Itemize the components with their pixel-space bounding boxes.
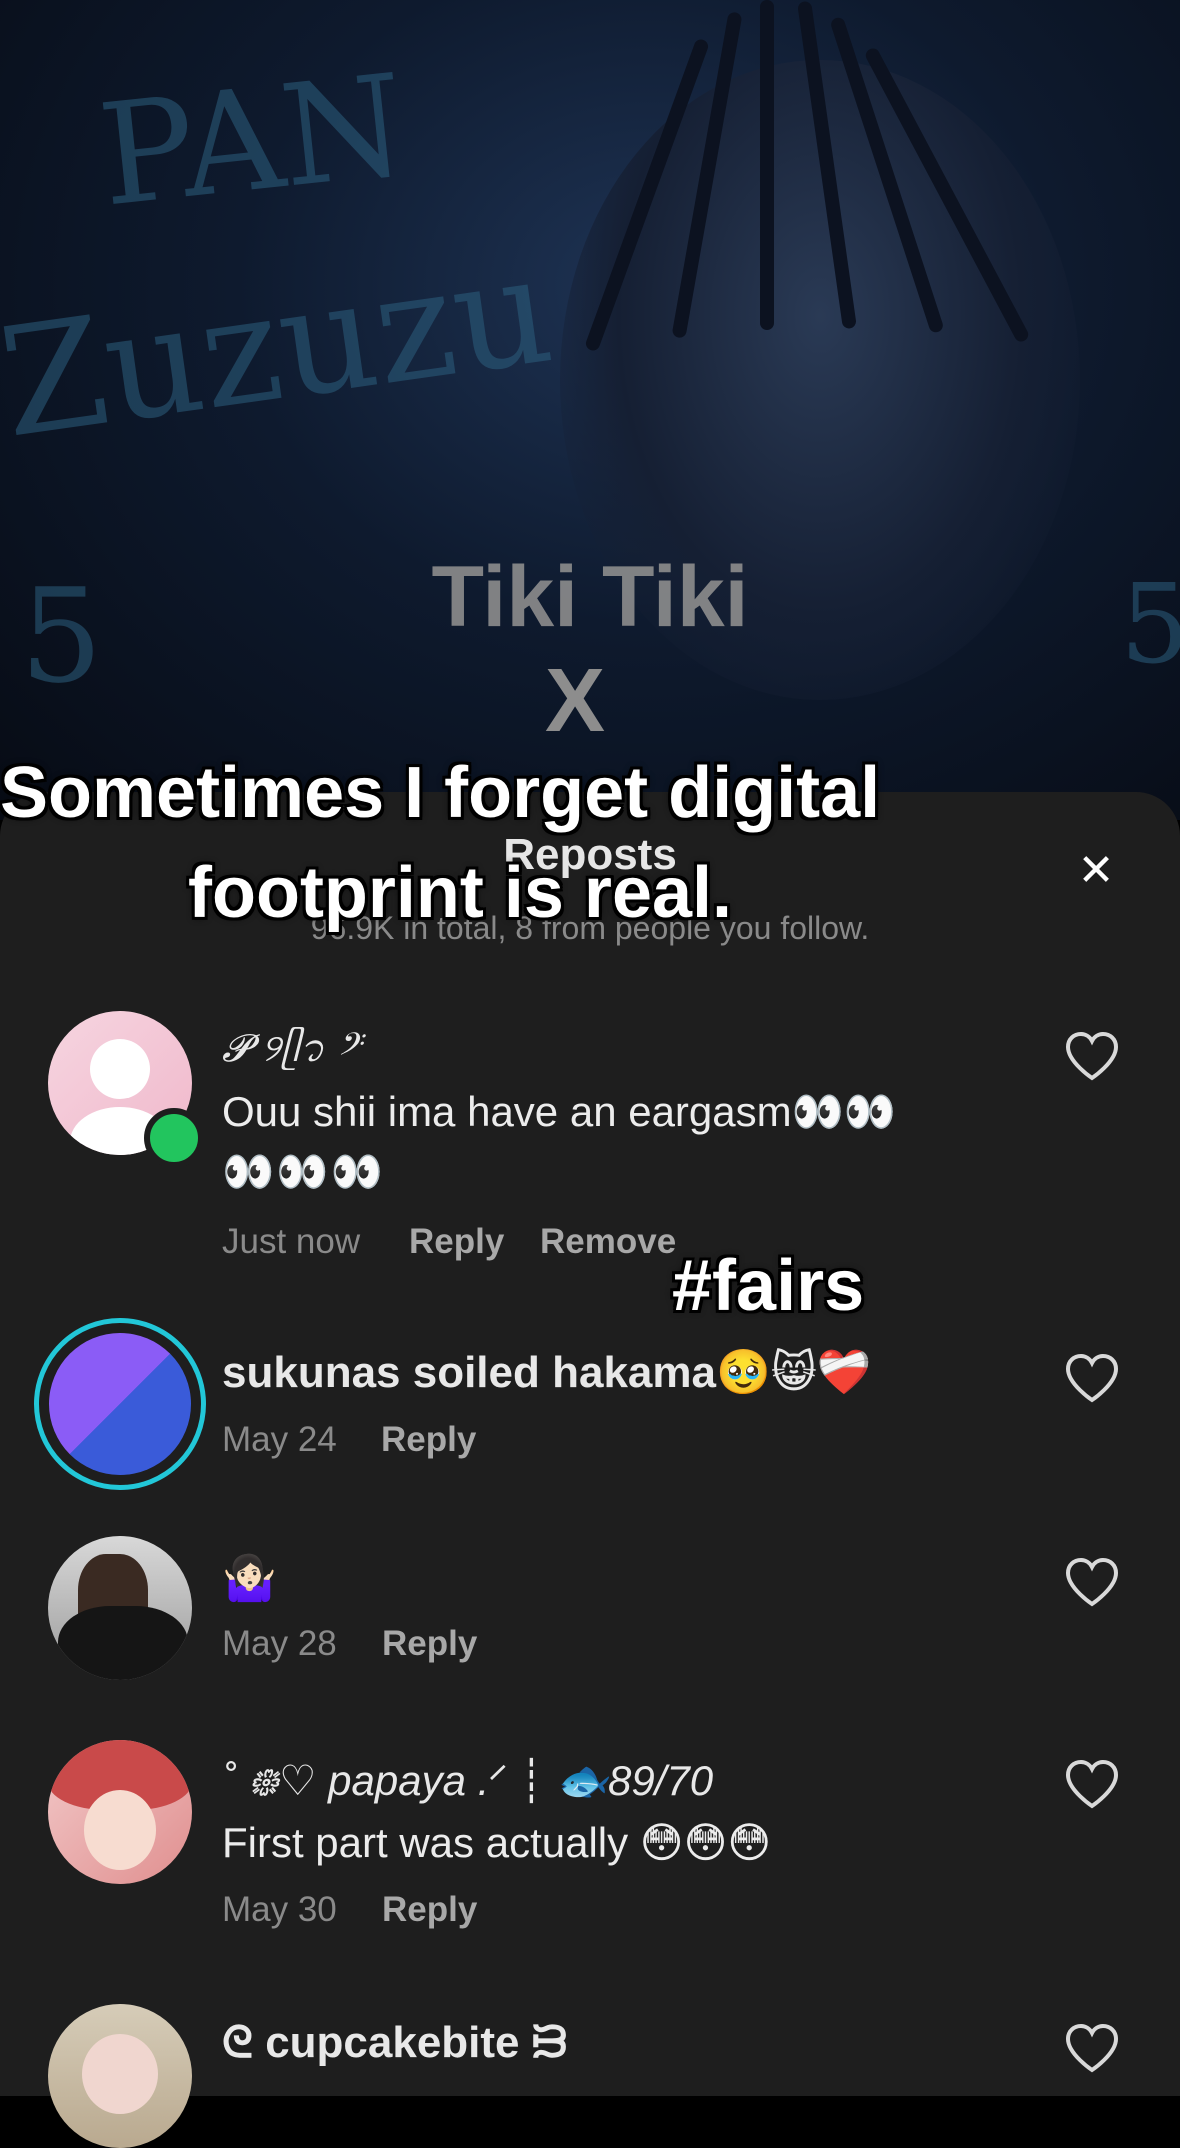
online-status-dot bbox=[144, 1108, 204, 1168]
heart-icon[interactable] bbox=[1064, 1030, 1120, 1082]
heart-icon[interactable] bbox=[1064, 2022, 1120, 2074]
avatar bbox=[49, 1333, 191, 1475]
comment-time: May 28 bbox=[222, 1624, 337, 1663]
comment-time: May 30 bbox=[222, 1890, 337, 1929]
avatar-face bbox=[84, 1790, 156, 1870]
comment-text: Ouu shii ima have an eargasm👀👀 bbox=[222, 1088, 897, 1135]
comment-text: First part was actually 😳😳😳 bbox=[222, 1819, 772, 1866]
artwork-text-zuzuzu: Zuzuzu bbox=[0, 222, 562, 472]
heart-icon[interactable] bbox=[1064, 1758, 1120, 1810]
avatar[interactable] bbox=[48, 1740, 192, 1884]
video-background: PAN Zuzuzu 5 5 Tiki Tiki X bbox=[0, 0, 1180, 820]
artwork-text-pan: PAN bbox=[92, 44, 413, 239]
comment-username[interactable]: sukunas soiled hakama🥹😸❤️‍🩹 bbox=[222, 1346, 871, 1398]
avatar-body bbox=[58, 1606, 188, 1680]
comment-text-continued: 👀👀👀 bbox=[222, 1148, 385, 1195]
comment-username[interactable]: 🤷🏻‍♀️ bbox=[222, 1552, 277, 1604]
artwork-hair bbox=[760, 0, 774, 330]
caption-line-2: footprint is real. bbox=[188, 853, 733, 933]
comment-username[interactable]: ˚ ᪥♡ papaya .ᐟ ┊ 🐟89/70 bbox=[222, 1750, 713, 1817]
reply-button[interactable]: Reply bbox=[409, 1222, 504, 1262]
comment-username[interactable]: 𝓟 ୨ᥫ᭡ 𝄢 bbox=[222, 1020, 361, 1089]
comment-time: May 24 bbox=[222, 1420, 337, 1459]
avatar[interactable] bbox=[48, 2004, 192, 2148]
video-title-x: X bbox=[544, 651, 606, 751]
reply-button[interactable]: Reply bbox=[382, 1890, 477, 1930]
caption-hashtag: #fairs bbox=[672, 1246, 865, 1326]
avatar-story-ring[interactable] bbox=[34, 1318, 206, 1490]
close-icon[interactable]: ✕ bbox=[1070, 845, 1122, 897]
reply-button[interactable]: Reply bbox=[381, 1420, 476, 1460]
heart-icon[interactable] bbox=[1064, 1352, 1120, 1404]
avatar-head-icon bbox=[90, 1039, 150, 1099]
reply-button[interactable]: Reply bbox=[382, 1624, 477, 1664]
caption-line-1: Sometimes I forget digital bbox=[0, 753, 881, 833]
video-title-text: Tiki Tiki bbox=[431, 549, 749, 645]
avatar[interactable] bbox=[48, 1536, 192, 1680]
comment-username[interactable]: ᘓ cupcakebite ᙣ bbox=[222, 2018, 567, 2068]
comment-time: Just now bbox=[222, 1222, 361, 1261]
remove-button[interactable]: Remove bbox=[540, 1222, 676, 1262]
heart-icon[interactable] bbox=[1064, 1556, 1120, 1608]
avatar-face bbox=[82, 2034, 158, 2114]
